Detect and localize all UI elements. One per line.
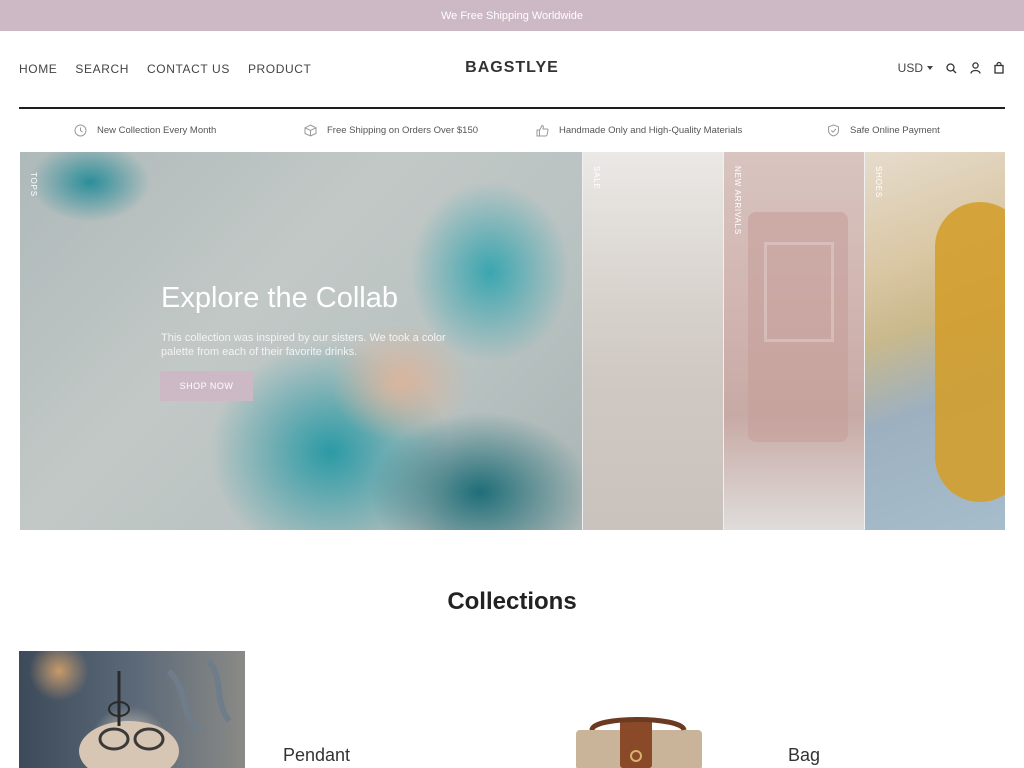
nav-contact-us[interactable]: CONTACT US: [147, 62, 230, 76]
box-icon: [304, 124, 317, 137]
clock-icon: [74, 124, 87, 137]
search-icon[interactable]: [945, 61, 957, 75]
collection-label-pendant[interactable]: Pendant: [283, 745, 350, 766]
feature-text: Handmade Only and High-Quality Materials: [559, 125, 743, 136]
hero-description: This collection was inspired by our sist…: [161, 332, 446, 358]
feature-item: New Collection Every Month: [74, 124, 216, 137]
cart-icon[interactable]: [993, 61, 1005, 75]
hero-main-slide[interactable]: TOPS Explore the Collab This collection …: [20, 152, 582, 530]
hero-slider: TOPS Explore the Collab This collection …: [20, 152, 1005, 530]
feature-item: Handmade Only and High-Quality Materials: [536, 124, 742, 137]
hero-title: Explore the Collab: [161, 282, 398, 314]
currency-selector[interactable]: USD: [898, 61, 933, 75]
product-image-decor: [935, 202, 1005, 502]
site-logo[interactable]: BAGSTLYE: [465, 59, 559, 76]
panel-label: NEW ARRIVALS: [733, 166, 742, 236]
feature-text: Safe Online Payment: [850, 125, 940, 136]
panel-label: SALE: [592, 166, 601, 190]
header-tools: USD: [898, 61, 1005, 75]
feature-text: New Collection Every Month: [97, 125, 217, 136]
collections-heading: Collections: [447, 588, 577, 615]
product-image-decor: [764, 242, 834, 342]
hero-panel-new-arrivals[interactable]: NEW ARRIVALS: [723, 152, 864, 530]
nav-home[interactable]: HOME: [19, 62, 57, 76]
shop-now-button[interactable]: SHOP NOW: [160, 371, 253, 401]
chevron-down-icon: [927, 66, 933, 70]
feature-text: Free Shipping on Orders Over $150: [327, 125, 479, 136]
shield-icon: [828, 124, 839, 137]
hero-panel-shoes[interactable]: SHOES: [864, 152, 1005, 530]
hero-panel-sale[interactable]: SALE: [582, 152, 723, 530]
hero-category-label: TOPS: [29, 172, 38, 197]
account-icon[interactable]: [969, 61, 981, 75]
feature-bar: New Collection Every Month Free Shipping…: [19, 109, 1005, 152]
feature-item: Safe Online Payment: [827, 124, 940, 137]
site-header: HOME SEARCH CONTACT US PRODUCT BAGSTLYE …: [19, 31, 1005, 109]
bag-illustration: [576, 717, 702, 768]
pendant-illustration: [79, 659, 232, 768]
collection-image-bag[interactable]: [572, 716, 706, 768]
announcement-bar: We Free Shipping Worldwide: [0, 0, 1024, 31]
announcement-text: We Free Shipping Worldwide: [440, 9, 584, 22]
nav-product[interactable]: PRODUCT: [248, 62, 312, 76]
collection-image-pendant[interactable]: [19, 651, 245, 768]
currency-label: USD: [897, 61, 923, 75]
panel-label: SHOES: [874, 166, 883, 199]
collection-label-bag[interactable]: Bag: [788, 745, 820, 766]
main-nav: HOME SEARCH CONTACT US PRODUCT: [19, 62, 311, 76]
thumbs-up-icon: [536, 124, 549, 137]
nav-search[interactable]: SEARCH: [75, 62, 129, 76]
feature-item: Free Shipping on Orders Over $150: [304, 124, 478, 137]
